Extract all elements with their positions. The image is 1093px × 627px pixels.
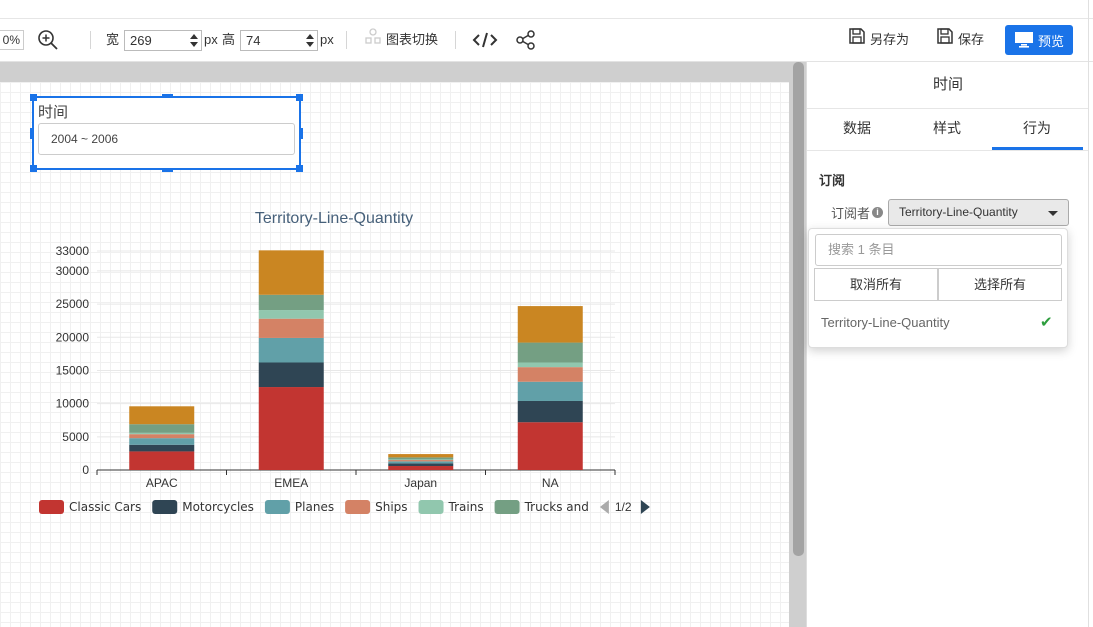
legend-swatch bbox=[345, 500, 371, 514]
x-tick-label: NA bbox=[542, 476, 559, 490]
legend-label: Motorcycles bbox=[182, 500, 254, 514]
x-tick-label: APAC bbox=[146, 476, 178, 490]
info-icon[interactable]: i bbox=[872, 207, 884, 218]
y-tick-label: 33000 bbox=[56, 244, 90, 258]
tab-style[interactable]: 样式 bbox=[902, 109, 992, 149]
x-tick-label: Japan bbox=[404, 476, 437, 490]
subscriber-label: 订阅者 bbox=[831, 206, 871, 221]
bar-segment bbox=[388, 460, 454, 462]
bar-segment bbox=[129, 438, 195, 445]
legend-swatch bbox=[418, 500, 444, 514]
tabs-divider bbox=[807, 150, 1089, 151]
legend-label: Trucks and bbox=[524, 500, 589, 514]
bar-segment bbox=[258, 337, 324, 363]
subscriber-label-row: 订阅者 i bbox=[831, 203, 884, 222]
panel-title: 时间 bbox=[807, 62, 1089, 109]
legend-label: Trains bbox=[448, 500, 484, 514]
resize-handle[interactable] bbox=[30, 128, 34, 139]
y-tick-label: 0 bbox=[82, 463, 89, 477]
active-tab-indicator bbox=[992, 147, 1083, 150]
save-icon bbox=[936, 27, 954, 53]
tab-behavior[interactable]: 行为 bbox=[992, 109, 1082, 149]
legend-next-icon[interactable] bbox=[640, 500, 650, 514]
subscriber-value: Territory-Line-Quantity bbox=[899, 205, 1018, 219]
chevron-down-icon bbox=[1048, 211, 1058, 216]
bar-segment bbox=[388, 463, 454, 467]
y-tick-label: 20000 bbox=[56, 330, 90, 344]
legend-prev-icon[interactable] bbox=[599, 500, 609, 514]
dropdown-search-input[interactable]: 搜索 1 条目 bbox=[815, 234, 1062, 266]
preview-label: 预览 bbox=[1037, 33, 1064, 49]
bar-segment bbox=[258, 294, 324, 311]
bar-segment bbox=[517, 362, 583, 368]
bar-segment bbox=[258, 250, 324, 295]
tab-data[interactable]: 数据 bbox=[812, 109, 902, 149]
bar-segment bbox=[517, 422, 583, 470]
resize-handle[interactable] bbox=[30, 94, 37, 101]
time-range-input[interactable]: 2004 ~ 2006 bbox=[38, 123, 295, 155]
window-right-edge bbox=[1088, 0, 1089, 627]
y-tick-label: 15000 bbox=[56, 363, 90, 377]
bar-segment bbox=[129, 424, 195, 433]
legend-swatch bbox=[494, 500, 520, 514]
resize-handle[interactable] bbox=[296, 165, 303, 172]
bar-segment bbox=[258, 362, 324, 388]
y-tick-label: 10000 bbox=[56, 397, 90, 411]
deselect-all-button[interactable]: 取消所有 bbox=[814, 268, 938, 301]
legend-label: Ships bbox=[375, 500, 407, 514]
save-as-button[interactable]: 另存为 bbox=[848, 28, 909, 52]
save-as-icon bbox=[848, 27, 866, 53]
check-icon: ✔ bbox=[1040, 314, 1053, 331]
preview-button[interactable]: 预览 bbox=[1005, 25, 1073, 55]
save-button[interactable]: 保存 bbox=[936, 28, 984, 52]
save-label: 保存 bbox=[958, 32, 985, 47]
bar-segment bbox=[258, 310, 324, 319]
chart-title: Territory-Line-Quantity bbox=[255, 210, 413, 227]
bar-segment bbox=[129, 432, 195, 435]
legend-page-label: 1/2 bbox=[615, 500, 632, 514]
stacked-bar-chart: Territory-Line-Quantity 0 5000 10000 15000 20… bbox=[39, 210, 650, 514]
y-tick-label: 5000 bbox=[62, 430, 89, 444]
bar-segment bbox=[129, 444, 195, 452]
select-all-button[interactable]: 选择所有 bbox=[938, 268, 1062, 301]
y-tick-label: 25000 bbox=[56, 297, 90, 311]
bar-segment bbox=[129, 406, 195, 425]
resize-handle[interactable] bbox=[162, 94, 173, 98]
section-title: 订阅 bbox=[819, 173, 846, 188]
monitor-icon bbox=[1014, 30, 1034, 51]
bar-segment bbox=[517, 306, 583, 343]
bar-segment bbox=[258, 387, 324, 470]
resize-handle[interactable] bbox=[296, 94, 303, 101]
legend-label: Planes bbox=[295, 500, 334, 514]
dropdown-option[interactable]: Territory-Line-Quantity bbox=[821, 315, 950, 330]
bar-segment bbox=[258, 318, 324, 338]
bar-segment bbox=[517, 400, 583, 423]
bar-segment bbox=[517, 367, 583, 382]
bar-segment bbox=[388, 466, 454, 470]
bar-segment bbox=[388, 457, 454, 460]
legend-label: Classic Cars bbox=[69, 500, 141, 514]
subscriber-select[interactable]: Territory-Line-Quantity bbox=[888, 199, 1069, 226]
resize-handle[interactable] bbox=[30, 165, 37, 172]
legend-swatch bbox=[39, 500, 64, 514]
bar-segment bbox=[388, 459, 454, 461]
bar-segment bbox=[517, 342, 583, 363]
save-as-label: 另存为 bbox=[870, 32, 910, 47]
y-tick-label: 30000 bbox=[56, 264, 90, 278]
widget-title: 时间 bbox=[38, 104, 69, 121]
bar-segment bbox=[129, 451, 195, 470]
legend-swatch bbox=[152, 500, 178, 514]
time-range-widget[interactable]: 时间 2004 ~ 2006 bbox=[30, 94, 303, 172]
legend-swatch bbox=[264, 500, 290, 514]
x-tick-label: EMEA bbox=[274, 476, 308, 490]
bar-segment bbox=[388, 454, 454, 458]
resize-handle[interactable] bbox=[162, 168, 173, 172]
resize-handle[interactable] bbox=[299, 128, 303, 139]
bar-segment bbox=[129, 434, 195, 439]
bar-segment bbox=[517, 381, 583, 401]
subscriber-dropdown: 搜索 1 条目 取消所有 选择所有 Territory-Line-Quantit… bbox=[808, 228, 1068, 348]
bar-segment bbox=[388, 461, 454, 464]
